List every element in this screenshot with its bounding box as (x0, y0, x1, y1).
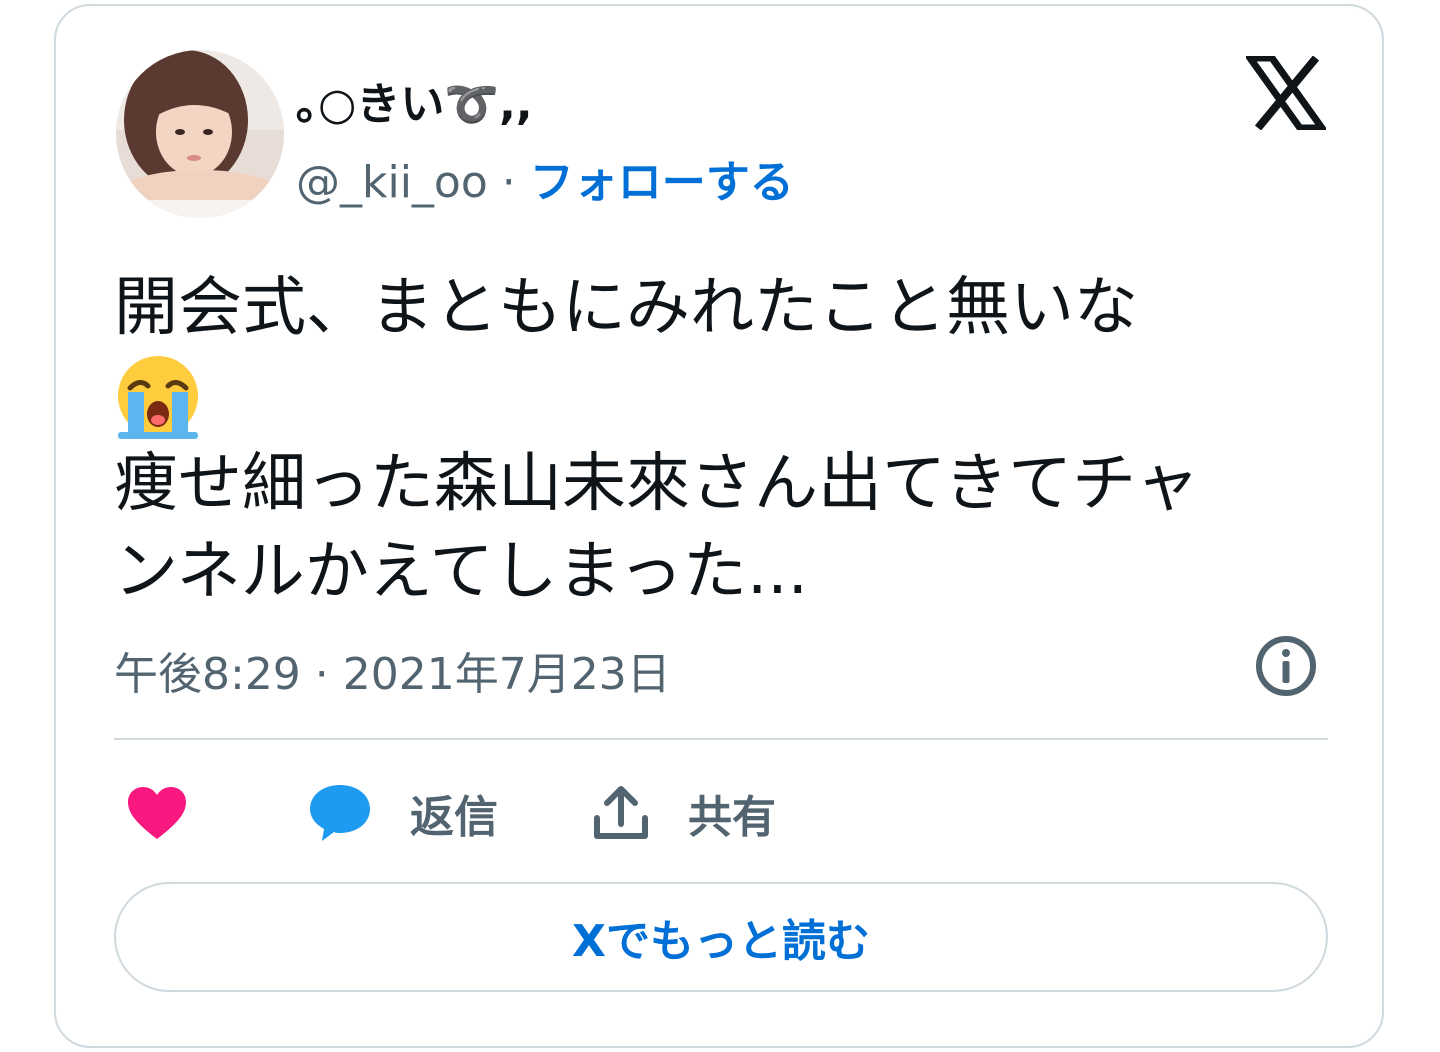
reply-label: 返信 (410, 792, 498, 843)
x-logo-icon[interactable] (1246, 56, 1326, 130)
display-name[interactable]: ｡○きい➰,, (296, 68, 533, 132)
tweet-text-line: 痩せ細った森山未來さん出てきてチャ (114, 447, 1200, 521)
tweet-embed-card: ｡○きい➰,, @_kii_oo · フォローする 開会式、まともにみれたこと無… (54, 4, 1384, 1048)
tweet-emoji-line (114, 352, 1344, 440)
heart-icon (128, 787, 186, 839)
reply-button[interactable]: 返信 (308, 780, 498, 846)
handle-separator: · (487, 157, 530, 208)
share-upload-icon (594, 786, 648, 839)
loudly-crying-face-icon (118, 356, 198, 439)
info-icon[interactable] (1254, 634, 1318, 698)
read-more-button[interactable]: Xでもっと読む (114, 882, 1328, 992)
follow-link[interactable]: フォローする (530, 157, 794, 208)
tweet-text: 開会式、まともにみれたこと無いな 痩せ細った森山未來さん出てきてチャ ンネルかえ… (114, 264, 1344, 616)
avatar[interactable] (116, 50, 284, 218)
read-more-label: Xでもっと読む (572, 916, 870, 967)
tweet-text-line: ンネルかえてしまった... (114, 535, 808, 609)
speech-bubble-icon (310, 785, 370, 841)
tweet-text-line: 開会式、まともにみれたこと無いな (114, 271, 1138, 345)
divider (114, 738, 1328, 740)
share-label: 共有 (688, 792, 776, 843)
share-button[interactable]: 共有 (592, 780, 776, 846)
handle[interactable]: @_kii_oo (296, 157, 488, 208)
like-button[interactable] (126, 780, 188, 846)
timestamp[interactable]: 午後8:29 · 2021年7月23日 (114, 638, 671, 702)
avatar-image (116, 50, 284, 218)
handle-row: @_kii_oo · フォローする (296, 146, 794, 210)
